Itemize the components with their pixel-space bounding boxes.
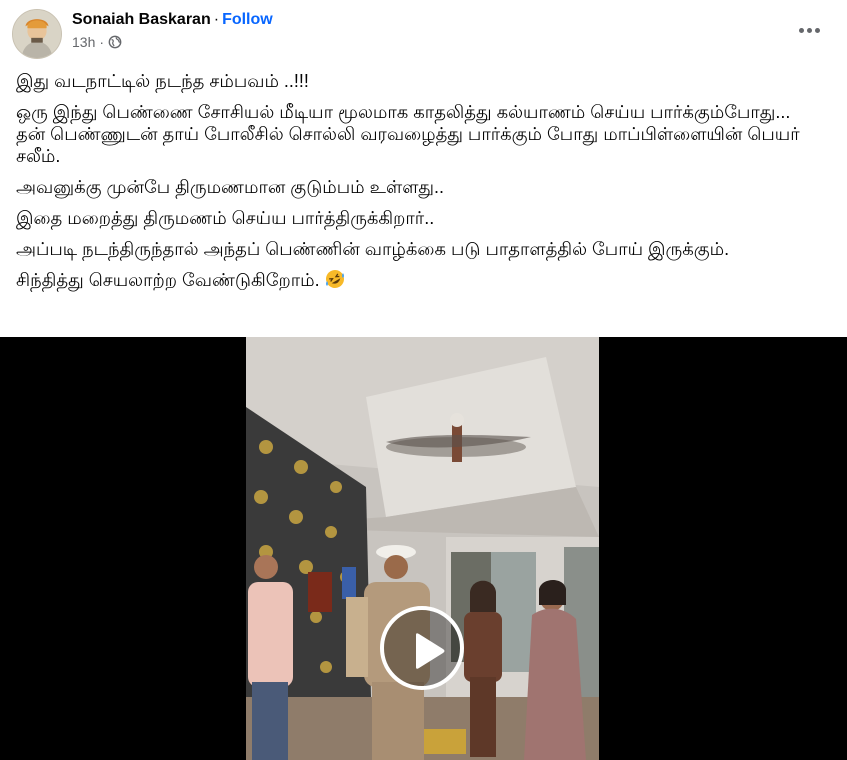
post-paragraph: இது வடநாட்டில் நடந்த சம்பவம் ..!!! — [16, 71, 309, 91]
post-timestamp[interactable]: 13h — [72, 34, 95, 50]
post-paragraph: அவனுக்கு முன்பே திருமணமான குடும்பம் உள்ள… — [16, 177, 445, 197]
post-paragraph: அப்படி நடந்திருந்தால் அந்தப் பெண்ணின் வா… — [16, 239, 730, 259]
video-frame — [246, 337, 599, 760]
more-dot — [798, 27, 804, 33]
post-paragraph: இதை மறைத்து திருமணம் செய்ய பார்த்திருக்க… — [16, 208, 435, 228]
meta-separator: · — [99, 34, 105, 50]
video-player[interactable] — [0, 337, 847, 760]
more-dot — [806, 27, 812, 33]
post-text: இது வடநாட்டில் நடந்த சம்பவம் ..!!! ஒரு இ… — [16, 70, 816, 300]
post-header: Sonaiah Baskaran · Follow 13h · — [0, 0, 847, 66]
rolling-on-floor-laughing-emoji-icon — [325, 269, 345, 289]
globe-icon[interactable] — [108, 35, 122, 49]
more-dot — [814, 27, 820, 33]
post-paragraph-last: சிந்தித்து செயலாற்ற வேண்டுகிறோம். — [16, 269, 816, 291]
name-separator: · — [213, 11, 220, 28]
post-paragraph: சிந்தித்து செயலாற்ற வேண்டுகிறோம். — [16, 270, 320, 290]
author-name[interactable]: Sonaiah Baskaran — [72, 11, 211, 28]
follow-button[interactable]: Follow — [222, 11, 273, 28]
post-paragraph: ஒரு இந்து பெண்ணை சோசியல் மீடியா மூலமாக க… — [16, 102, 800, 166]
more-options-icon[interactable] — [791, 16, 827, 44]
author-avatar[interactable] — [12, 9, 62, 59]
play-icon[interactable] — [380, 606, 464, 690]
